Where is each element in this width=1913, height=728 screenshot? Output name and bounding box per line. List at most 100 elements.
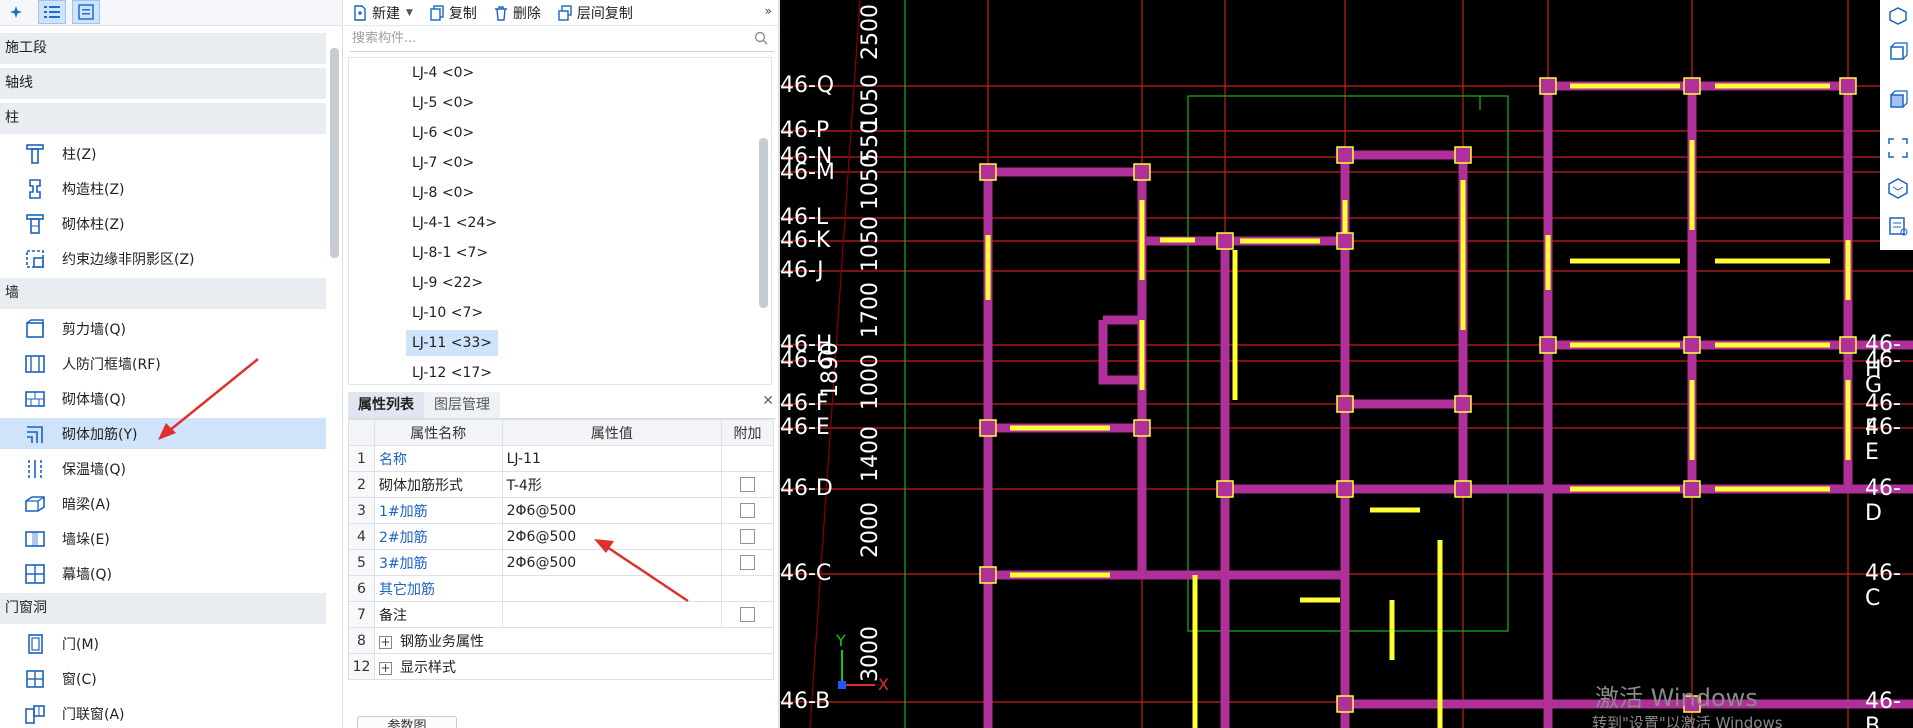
list-item[interactable]: LJ-10 <7> xyxy=(406,300,489,326)
chevron-down-icon[interactable]: ▼ xyxy=(406,8,413,18)
axis-label: 46-E xyxy=(1865,415,1901,465)
tree-item-insulation-wall[interactable]: 保温墙(Q) xyxy=(0,453,326,484)
new-button[interactable]: 新建 ▼ xyxy=(352,3,413,23)
view-3d-icon[interactable] xyxy=(1886,4,1910,28)
list-item-selected[interactable]: LJ-11 <33> xyxy=(406,330,499,356)
prop-value[interactable]: 2Φ6@500 xyxy=(501,497,723,524)
floor-copy-button[interactable]: 层间复制 xyxy=(557,3,633,23)
component-tree-panel: 施工段 轴线 柱 柱(Z) 构造柱(Z) 砌体柱(Z) 约束边缘非阴影区(Z) … xyxy=(0,0,343,728)
table-row[interactable]: 1 名称 LJ-11 xyxy=(348,445,774,472)
category-wall[interactable]: 墙 xyxy=(0,278,326,309)
table-row[interactable]: 6 其它加筋 xyxy=(348,575,774,602)
dimension-text: 1700 xyxy=(858,282,883,338)
tree-item-hidden-beam[interactable]: 暗梁(A) xyxy=(0,488,326,519)
extra-checkbox[interactable] xyxy=(740,477,756,492)
dimension-lines xyxy=(904,0,1509,728)
tree-item-column[interactable]: 柱(Z) xyxy=(0,138,326,169)
tree-item-label: 砌体柱(Z) xyxy=(62,216,125,233)
prop-name: 3#加筋 xyxy=(373,549,503,576)
list-item[interactable]: LJ-9 <22> xyxy=(406,270,489,296)
sparkle-icon[interactable] xyxy=(2,0,30,24)
axis-label: 46-P xyxy=(780,118,830,143)
zoom-extent-icon[interactable] xyxy=(1886,136,1910,160)
extra-checkbox[interactable] xyxy=(740,555,756,570)
extra-checkbox[interactable] xyxy=(740,503,756,518)
expand-toolbar-icon[interactable]: » xyxy=(765,4,772,18)
table-row[interactable]: 3 1#加筋 2Φ6@500 xyxy=(348,497,774,524)
close-icon[interactable]: ✕ xyxy=(762,393,774,409)
table-row[interactable]: 8 + 钢筋业务属性 xyxy=(348,627,775,654)
tree-item-masonry-column[interactable]: 砌体柱(Z) xyxy=(0,208,326,239)
extra-checkbox[interactable] xyxy=(740,607,756,622)
cad-drawing-canvas[interactable]: Y X 46-Q 46-P 46-N 46-M 46-L 46-K 46-J 4… xyxy=(780,0,1913,728)
table-row[interactable]: 5 3#加筋 2Φ6@500 xyxy=(348,549,774,576)
axis-label: 46-M xyxy=(780,160,835,185)
detail-view-icon[interactable] xyxy=(72,0,100,24)
tree-item-label: 保温墙(Q) xyxy=(62,461,126,478)
list-item[interactable]: LJ-4-1 <24> xyxy=(406,210,503,236)
tree-item-curtain-wall[interactable]: 幕墙(Q) xyxy=(0,558,326,589)
prop-group[interactable]: + 钢筋业务属性 xyxy=(373,627,775,654)
property-table: 属性名称 属性值 附加 1 名称 LJ-11 2 砌体加筋形式 T-4形 3 1… xyxy=(348,419,775,680)
category-door-window[interactable]: 门窗洞 xyxy=(0,593,326,624)
list-item[interactable]: LJ-7 <0> xyxy=(406,150,480,176)
tree-scrollbar[interactable] xyxy=(330,48,339,258)
property-panel: 属性列表 图层管理 ✕ 属性名称 属性值 附加 1 名称 LJ-11 2 砌体加… xyxy=(348,391,776,728)
list-scrollbar[interactable] xyxy=(759,138,768,308)
expand-icon[interactable]: + xyxy=(378,661,392,675)
tree-item-label: 幕墙(Q) xyxy=(62,566,112,583)
new-file-icon xyxy=(352,4,368,21)
list-item[interactable]: LJ-6 <0> xyxy=(406,120,480,146)
tree-item-door[interactable]: 门(M) xyxy=(0,628,326,659)
tree-item-door-window-combo[interactable]: 门联窗(A) xyxy=(0,698,326,728)
table-header-row: 属性名称 属性值 附加 xyxy=(348,419,774,446)
list-item[interactable]: LJ-4 <0> xyxy=(406,60,480,86)
cube-solid-icon[interactable] xyxy=(1886,88,1910,112)
prop-name: 其它加筋 xyxy=(373,575,503,602)
table-row[interactable]: 7 备注 xyxy=(348,601,774,628)
table-row[interactable]: 4 2#加筋 2Φ6@500 xyxy=(348,523,774,550)
activation-watermark-sub: 转到"设置"以激活 Windows xyxy=(1592,714,1783,728)
search-input[interactable] xyxy=(350,31,710,46)
dimension-text: 2500 xyxy=(858,4,883,60)
tree-item-constraint-edge[interactable]: 约束边缘非阴影区(Z) xyxy=(0,243,326,274)
activation-watermark: 激活 Windows xyxy=(1595,684,1758,712)
table-row[interactable]: 2 砌体加筋形式 T-4形 xyxy=(348,471,774,498)
header-extra: 附加 xyxy=(721,419,774,446)
copy-button[interactable]: 复制 xyxy=(429,3,477,23)
tree-item-label: 砌体加筋(Y) xyxy=(62,426,138,443)
cube-wire-icon[interactable] xyxy=(1886,40,1910,64)
prop-value[interactable]: LJ-11 xyxy=(501,445,723,472)
door-icon xyxy=(22,631,48,657)
param-diagram-button[interactable]: 参数图 xyxy=(357,716,457,728)
tree-item-wall-pier[interactable]: 墙垛(E) xyxy=(0,523,326,554)
tree-item-label: 砌体墙(Q) xyxy=(62,391,126,408)
extra-checkbox[interactable] xyxy=(740,529,756,544)
tree-item-window[interactable]: 窗(C) xyxy=(0,663,326,694)
list-view-icon[interactable] xyxy=(38,0,66,24)
category-column[interactable]: 柱 xyxy=(0,103,326,134)
category-axis[interactable]: 轴线 xyxy=(0,68,326,99)
view-box-icon[interactable] xyxy=(1886,176,1910,200)
delete-button[interactable]: 删除 xyxy=(493,3,541,23)
delete-button-label: 删除 xyxy=(512,5,541,22)
table-row[interactable]: 12 + 显示样式 xyxy=(348,653,775,680)
tree-item-structural-column[interactable]: 构造柱(Z) xyxy=(0,173,326,204)
tree-item-shear-wall[interactable]: 剪力墙(Q) xyxy=(0,313,326,344)
list-item[interactable]: LJ-8-1 <7> xyxy=(406,240,494,266)
list-item[interactable]: LJ-5 <0> xyxy=(406,90,480,116)
curtain-wall-icon xyxy=(22,561,48,587)
prop-value[interactable]: T-4形 xyxy=(501,471,723,498)
list-item[interactable]: LJ-12 <17> xyxy=(406,360,498,384)
prop-extra xyxy=(721,523,774,550)
property-view-icon[interactable] xyxy=(1886,214,1910,238)
category-construction-stage[interactable]: 施工段 xyxy=(0,33,326,64)
property-tabs: 属性列表 图层管理 ✕ xyxy=(348,391,776,419)
prop-group[interactable]: + 显示样式 xyxy=(373,653,775,680)
expand-icon[interactable]: + xyxy=(378,635,392,649)
tree-item-label: 人防门框墙(RF) xyxy=(62,356,161,373)
search-icon[interactable] xyxy=(754,31,768,49)
tab-layer-management[interactable]: 图层管理 xyxy=(424,392,500,418)
list-item[interactable]: LJ-8 <0> xyxy=(406,180,480,206)
tab-property-list[interactable]: 属性列表 xyxy=(348,392,424,418)
